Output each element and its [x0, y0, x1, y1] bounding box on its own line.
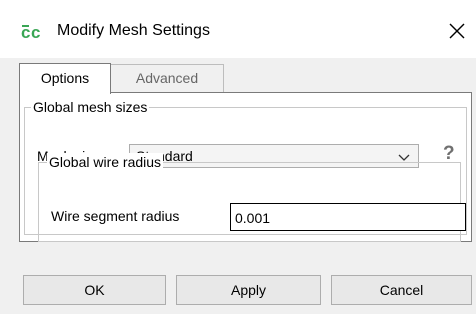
- svg-text:c: c: [31, 23, 40, 42]
- global-mesh-sizes-group: Global mesh sizes Mesh size Standard ? G…: [24, 98, 467, 242]
- dialog-window: c c Modify Mesh Settings Options Advance…: [0, 0, 476, 314]
- global-wire-radius-legend: Global wire radius: [47, 153, 164, 171]
- wire-segment-radius-label: Wire segment radius: [51, 208, 180, 224]
- window-title: Modify Mesh Settings: [57, 22, 210, 39]
- options-panel: Global mesh sizes Mesh size Standard ? G…: [19, 92, 472, 242]
- title-bar: c c Modify Mesh Settings: [0, 0, 476, 58]
- close-button[interactable]: [440, 14, 474, 48]
- ok-button[interactable]: OK: [23, 275, 166, 305]
- global-mesh-sizes-legend: Global mesh sizes: [31, 98, 150, 116]
- apply-button[interactable]: Apply: [176, 275, 321, 305]
- close-icon: [449, 23, 465, 39]
- cadfeko-icon: c c: [21, 22, 47, 42]
- tab-options[interactable]: Options: [19, 63, 111, 94]
- cancel-button[interactable]: Cancel: [331, 275, 472, 305]
- wire-segment-radius-input[interactable]: [230, 203, 466, 231]
- tab-advanced[interactable]: Advanced: [110, 64, 224, 92]
